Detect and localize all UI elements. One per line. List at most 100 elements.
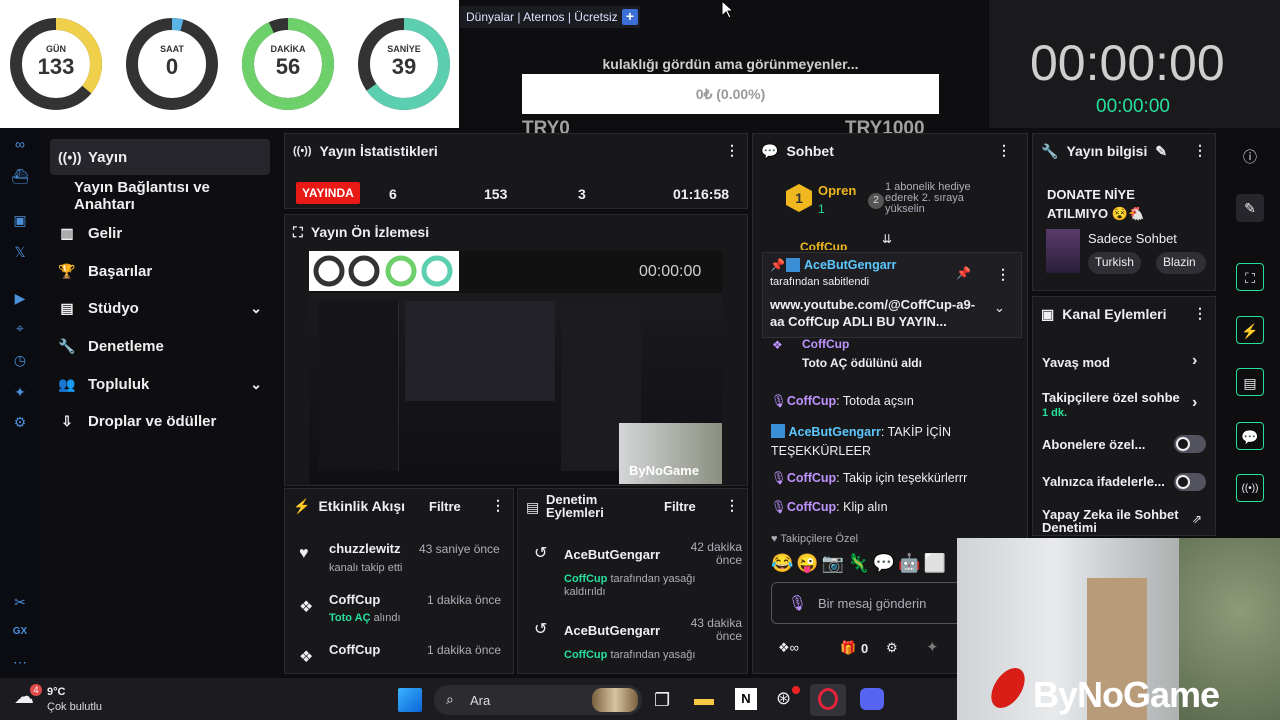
activity-filter-button[interactable]: Filtre — [429, 499, 461, 514]
studio-icon: ▤ — [60, 299, 74, 316]
rank-two-icon: 2 — [868, 193, 884, 209]
mod-badge-icon — [786, 258, 800, 272]
more-icon[interactable]: ⋯ — [10, 652, 30, 672]
browser-tab[interactable]: Dünyalar | Aternos | Ücretsiz — [460, 6, 640, 28]
chevron-down-icon: ⌄ — [250, 299, 262, 316]
top-gifter[interactable]: Opren — [818, 183, 856, 198]
nav-studio[interactable]: ▤ Stüdyo ⌄ — [50, 290, 270, 326]
activity-user[interactable]: CoffCup — [329, 642, 380, 657]
temperature: 9°C — [47, 686, 66, 698]
discord-icon[interactable] — [860, 688, 884, 710]
chat-bubble-icon[interactable]: 💬 — [1236, 422, 1264, 450]
webcam-watermark: ByNoGame — [1033, 674, 1220, 715]
screenshot-icon[interactable]: ⛶ — [1236, 263, 1264, 291]
broadcast-icon[interactable]: ((•)) — [1236, 474, 1264, 502]
chevron-right-icon[interactable]: › — [1192, 352, 1197, 370]
chat-title: Sohbet — [786, 143, 834, 159]
gx-icon[interactable]: GX — [10, 622, 30, 642]
stream-preview[interactable]: 00:00:00 ByNoGame — [309, 251, 722, 484]
task-view-icon[interactable]: ❐ — [654, 690, 670, 711]
notification-dot — [792, 686, 800, 694]
file-explorer-icon[interactable]: ▬ — [694, 688, 714, 711]
mod-target-user[interactable]: AceButGengarr — [564, 547, 660, 562]
x-icon[interactable]: 𝕏 — [10, 242, 30, 262]
tag-chip[interactable]: Blazin — [1156, 252, 1206, 274]
slow-mode-label[interactable]: Yavaş mod — [1042, 355, 1110, 370]
follower-count: 153 — [484, 186, 508, 202]
broadcast-icon: ((•)) — [58, 149, 82, 165]
emote-only-toggle[interactable] — [1174, 473, 1206, 491]
document-icon[interactable]: ▤ — [1236, 368, 1264, 396]
ring-seconds: SANİYE 39 — [387, 44, 421, 79]
more-options-icon[interactable]: ⋮ — [725, 497, 739, 514]
small-timer: 00:00:00 — [1096, 96, 1170, 117]
mod-filter-button[interactable]: Filtre — [664, 499, 696, 514]
puzzle-icon[interactable]: ✦ — [10, 382, 30, 402]
pin-icon[interactable]: ⌖ — [10, 318, 30, 338]
viewer-count: 6 — [389, 186, 397, 202]
countdown-widget: GÜN 133 SAAT 0 DAKİKA 56 SANİYE 39 — [0, 0, 459, 128]
chevron-right-icon[interactable]: › — [1192, 394, 1197, 412]
ring-hours: SAAT 0 — [160, 44, 184, 79]
mod-target-user[interactable]: AceButGengarr — [564, 623, 660, 638]
glasses-icon[interactable]: ∞ — [10, 134, 30, 154]
steam-icon[interactable]: ⊛ — [776, 688, 791, 709]
collapse-icon[interactable]: ⇊ — [882, 232, 892, 246]
category-name[interactable]: Sadece Sohbet — [1088, 231, 1177, 246]
tool-icon[interactable]: ✂ — [10, 592, 30, 612]
preview-timer: 00:00:00 — [639, 263, 702, 280]
windows-start-icon[interactable] — [398, 688, 422, 712]
more-options-icon[interactable]: ⋮ — [996, 266, 1010, 283]
nav-stream-key[interactable]: Yayın Bağlantısı ve Anahtarı — [50, 178, 270, 214]
more-options-icon[interactable]: ⋮ — [491, 497, 505, 514]
lightning-icon[interactable]: ⚡ — [1236, 316, 1264, 344]
tag-chip[interactable]: Turkish — [1088, 252, 1141, 274]
live-badge: YAYINDA — [296, 182, 360, 204]
points-balance: 0 — [861, 641, 869, 656]
gear-icon[interactable]: ⚙ — [886, 640, 898, 656]
new-tab-button[interactable]: + — [622, 9, 638, 25]
twitch-icon[interactable]: ▣ — [10, 210, 30, 230]
ai-moderation-label[interactable]: Yapay Zeka ile Sohbet Denetimi — [1042, 508, 1187, 534]
wrench-icon: 🔧 — [58, 337, 76, 354]
emote-bar[interactable]: 😂😜📷🦎💬🤖⬜ — [771, 553, 949, 574]
external-link-icon[interactable]: ⇗ — [1192, 512, 1202, 526]
followers-mode-label[interactable]: Takipçilere özel sohbe — [1042, 390, 1186, 405]
nav-moderation[interactable]: 🔧 Denetleme — [50, 328, 270, 364]
more-options-icon[interactable]: ⋮ — [725, 142, 739, 159]
play-circle-icon[interactable]: ▶ — [10, 288, 30, 308]
nav-revenue[interactable]: ▥ Gelir — [50, 215, 270, 251]
gear-icon[interactable]: ⚙ — [10, 412, 30, 432]
points-icon: ❖ — [299, 649, 314, 666]
edit-icon[interactable]: ✎ — [1236, 194, 1264, 222]
channel-points-icon[interactable]: ❖∞ — [778, 640, 799, 656]
notion-icon[interactable]: N — [735, 688, 757, 710]
sub-only-toggle[interactable] — [1174, 435, 1206, 453]
more-options-icon[interactable]: ⋮ — [1193, 142, 1207, 159]
pin-icon[interactable]: 📌 — [956, 266, 971, 280]
preview-panels — [405, 301, 555, 401]
more-options-icon[interactable]: ⋮ — [1193, 305, 1207, 322]
emote-only-label: Yalnızca ifadelerle... — [1042, 474, 1165, 489]
activity-user[interactable]: chuzzlewitz — [329, 541, 401, 556]
clock-icon[interactable]: ◷ — [10, 350, 30, 370]
boat-icon[interactable]: ⛴ — [10, 166, 30, 186]
chevron-down-icon[interactable]: ⌄ — [994, 300, 1005, 316]
nav-achievements[interactable]: 🏆 Başarılar — [50, 253, 270, 289]
activity-title: Etkinlik Akışı — [318, 498, 406, 514]
stream-title: DONATE NİYE ATILMIYO 😵🐔 — [1047, 187, 1145, 221]
undo-icon: ↺ — [534, 621, 548, 638]
activity-user[interactable]: CoffCup — [329, 592, 380, 607]
heart-icon: ♥ — [771, 533, 781, 545]
reward-message: Toto AÇ ödülünü aldı — [802, 356, 922, 370]
puzzle-icon[interactable]: ✦ — [926, 638, 939, 656]
more-options-icon[interactable]: ⋮ — [997, 142, 1011, 159]
nav-stream[interactable]: ((•)) Yayın — [50, 139, 270, 175]
info-icon[interactable]: ⓘ — [1236, 143, 1264, 171]
nav-community[interactable]: 👥 Topluluk ⌄ — [50, 366, 270, 402]
nav-drops[interactable]: ⇩ Droplar ve ödüller — [50, 403, 270, 439]
chat-message: AceButGengarr: TAKİP İÇİN TEŞEKKÜRLEER — [771, 424, 952, 458]
gift-icon[interactable]: 🎁 — [840, 640, 856, 656]
edit-icon[interactable]: ✎ — [1155, 143, 1167, 160]
category-thumbnail — [1046, 229, 1080, 273]
